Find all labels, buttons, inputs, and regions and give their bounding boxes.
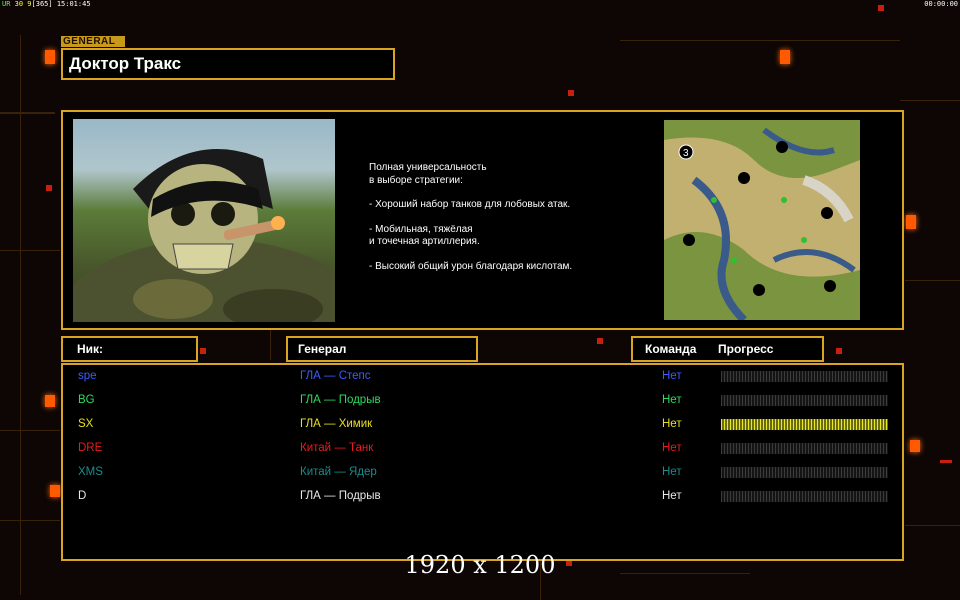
general-description: Полная универсальность в выборе стратеги…	[369, 162, 572, 273]
description-bullet: - Мобильная, тяжёлая	[369, 223, 473, 235]
hud-version: 30 9	[14, 0, 32, 8]
player-row[interactable]: DRE Китай — Танк Нет	[63, 438, 902, 462]
player-general: Китай — Танк	[300, 442, 374, 454]
general-header-label: Генерал	[298, 342, 347, 356]
nick-header-label: Ник:	[77, 342, 104, 356]
player-general: ГЛА — Химик	[300, 418, 373, 430]
player-nick: SX	[78, 418, 94, 430]
player-team: Нет	[662, 466, 682, 478]
player-general: ГЛА — Подрыв	[300, 394, 381, 406]
progress-header-label: Прогресс	[718, 342, 774, 356]
player-row[interactable]: BG ГЛА — Подрыв Нет	[63, 390, 902, 414]
general-header[interactable]: Генерал	[286, 336, 478, 362]
player-general: ГЛА — Степс	[300, 370, 371, 382]
general-name: Доктор Тракс	[69, 54, 182, 73]
resolution-caption: 1920 x 1200	[404, 551, 556, 579]
loading-progress-bar	[721, 395, 888, 406]
nick-header[interactable]: Ник:	[61, 336, 198, 362]
loading-progress-fill	[721, 419, 888, 430]
general-portrait	[73, 119, 335, 322]
general-title-box: Доктор Тракс	[61, 48, 395, 80]
player-row[interactable]: XMS Китай — Ядер Нет	[63, 462, 902, 486]
hud-prefix: UR	[2, 0, 11, 8]
hud-clock: 15:01:45	[56, 0, 91, 8]
player-general: ГЛА — Подрыв	[300, 490, 381, 502]
map-preview[interactable]: 3	[634, 120, 890, 320]
loading-progress-bar	[721, 491, 888, 502]
description-bullet: - Хороший набор танков для лобовых атак.	[369, 199, 571, 210]
game-timer: 00:00:00	[924, 0, 958, 8]
hud-fps: [365]	[31, 0, 53, 8]
player-team: Нет	[662, 394, 682, 406]
description-bullet: - Высокий общий урон благодаря кислотам.	[369, 260, 573, 272]
player-nick: BG	[78, 394, 95, 406]
player-row[interactable]: SX ГЛА — Химик Нет	[63, 414, 902, 438]
general-info-panel: Полная универсальность в выборе стратеги…	[61, 110, 904, 330]
player-nick: DRE	[78, 442, 103, 454]
general-tag: GENERAL	[61, 36, 125, 47]
description-bullet: и точечная артиллерия.	[369, 236, 480, 247]
team-progress-header[interactable]: Команда Прогресс	[631, 336, 824, 362]
player-nick: D	[78, 490, 87, 502]
loading-progress-bar	[721, 371, 888, 382]
team-header-label: Команда	[645, 342, 697, 356]
player-start-number: 3	[683, 148, 689, 159]
loading-progress-bar	[721, 443, 888, 454]
description-line: Полная универсальность	[369, 162, 487, 173]
player-nick: XMS	[78, 466, 103, 478]
players-list: spe ГЛА — Степс Нет BG ГЛА — Подрыв Нет SX ГЛА …	[61, 363, 904, 561]
description-line: в выборе стратегии:	[369, 174, 463, 186]
player-team: Нет	[662, 418, 682, 430]
loading-progress-bar	[721, 467, 888, 478]
player-team: Нет	[662, 370, 682, 382]
player-team: Нет	[662, 442, 682, 454]
player-team: Нет	[662, 490, 682, 502]
player-nick: spe	[78, 370, 97, 382]
player-general: Китай — Ядер	[300, 466, 377, 478]
debug-overlay: UR 30 9[365] 15:01:45	[2, 0, 91, 8]
player-row[interactable]: spe ГЛА — Степс Нет	[63, 366, 902, 390]
player-row[interactable]: D ГЛА — Подрыв Нет	[63, 486, 902, 510]
loading-progress-bar	[721, 419, 888, 430]
